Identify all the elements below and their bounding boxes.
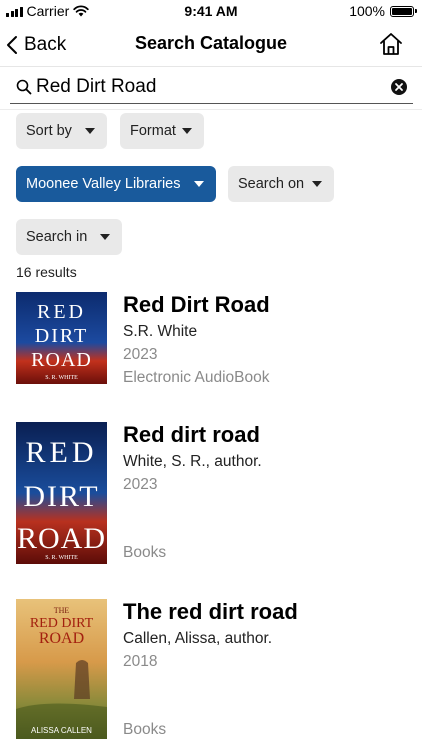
caret-down-icon — [85, 128, 95, 134]
caret-down-icon — [312, 181, 322, 187]
cover-line1: RED — [37, 301, 86, 323]
caret-down-icon — [194, 181, 204, 187]
sort-by-label: Sort by — [26, 123, 72, 139]
status-bar: Carrier 9:41 AM 100% — [0, 0, 422, 24]
battery-icon — [390, 5, 417, 17]
search-on-label: Search on — [238, 176, 305, 192]
search-in-label: Search in — [26, 229, 88, 245]
book-cover: RED DIRT ROAD S. R. WHITE — [16, 292, 107, 384]
format-label: Format — [130, 123, 176, 139]
book-cover: THE RED DIRT ROAD ALISSA CALLEN — [16, 599, 107, 739]
search-in-dropdown[interactable]: Search in — [16, 219, 122, 255]
result-item[interactable]: RED DIRT ROAD S. R. WHITE Red dirt road … — [0, 422, 422, 568]
result-title: Red dirt road — [123, 422, 260, 447]
cover-line2: DIRT — [35, 325, 88, 347]
result-item[interactable]: RED DIRT ROAD S. R. WHITE Red Dirt Road … — [0, 292, 422, 388]
battery-percent: 100% — [349, 3, 385, 19]
format-dropdown[interactable]: Format — [120, 113, 204, 149]
status-right: 100% — [349, 3, 417, 19]
caret-down-icon — [100, 234, 110, 240]
search-bar — [10, 70, 413, 104]
cover-line2: DIRT — [23, 480, 99, 513]
result-year: 2023 — [123, 346, 158, 363]
search-icon — [16, 79, 32, 95]
cover-line2: RED DIRT — [30, 616, 94, 631]
cover-line3: ROAD — [31, 349, 92, 371]
back-label: Back — [24, 34, 67, 55]
result-year: 2023 — [123, 476, 158, 493]
result-author: White, S. R., author. — [123, 453, 262, 470]
results-count: 16 results — [16, 264, 77, 280]
cover-author: S. R. WHITE — [45, 555, 78, 561]
result-author: S.R. White — [123, 323, 198, 340]
home-icon[interactable] — [378, 31, 404, 57]
search-on-dropdown[interactable]: Search on — [228, 166, 334, 202]
cover-author: ALISSA CALLEN — [31, 726, 92, 735]
cover-line1: RED — [26, 436, 98, 469]
result-item[interactable]: THE RED DIRT ROAD ALISSA CALLEN The red … — [0, 599, 422, 743]
library-label: Moonee Valley Libraries — [26, 176, 181, 192]
cover-line3: ROAD — [17, 522, 106, 555]
book-cover: RED DIRT ROAD S. R. WHITE — [16, 422, 107, 564]
clear-search-icon[interactable] — [391, 79, 407, 95]
result-format: Books — [123, 721, 167, 738]
cover-author: S. R. WHITE — [45, 375, 78, 381]
cover-line1: THE — [54, 606, 70, 615]
sort-by-dropdown[interactable]: Sort by — [16, 113, 107, 149]
cover-line3: ROAD — [39, 630, 84, 647]
result-format: Books — [123, 544, 167, 561]
result-title: Red Dirt Road — [123, 292, 270, 317]
library-dropdown[interactable]: Moonee Valley Libraries — [16, 166, 216, 202]
result-year: 2018 — [123, 653, 158, 670]
back-button[interactable]: Back — [6, 30, 66, 60]
battery-level — [392, 7, 412, 15]
header-divider — [0, 109, 422, 110]
result-format: Electronic AudioBook — [123, 369, 270, 386]
chevron-left-icon — [7, 36, 17, 54]
result-title: The red dirt road — [123, 599, 298, 624]
search-input[interactable] — [36, 73, 376, 100]
caret-down-icon — [182, 128, 192, 134]
result-author: Callen, Alissa, author. — [123, 630, 273, 647]
nav-bar: Back Search Catalogue — [0, 24, 422, 67]
